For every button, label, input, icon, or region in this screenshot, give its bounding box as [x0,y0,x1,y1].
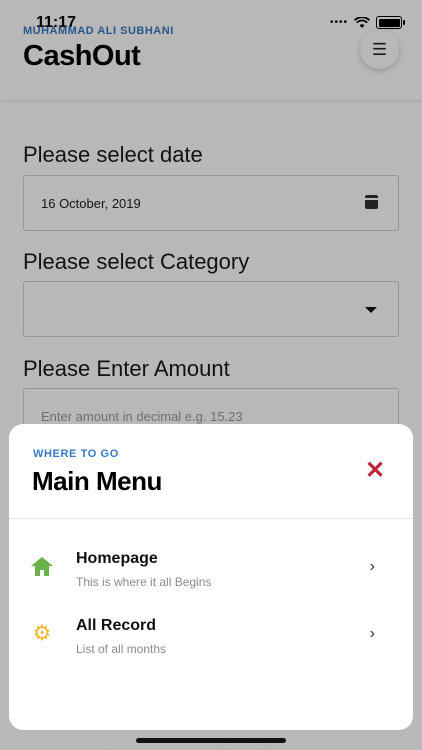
sheet-title: Main Menu [32,466,162,496]
menu-item-title: Homepage [76,550,158,567]
menu-item-subtitle: This is where it all Begins [76,575,212,589]
home-icon [31,556,53,578]
menu-item-all-record[interactable]: ⚙ All Record List of all months › [9,609,413,669]
home-indicator[interactable] [136,738,286,743]
sheet-kicker: WHERE TO GO [33,448,119,460]
menu-item-subtitle: List of all months [76,642,167,656]
chevron-right-icon: › [369,558,375,575]
chevron-right-icon: › [369,625,375,642]
menu-item-title: All Record [76,617,157,634]
menu-item-homepage[interactable]: Homepage This is where it all Begins › [9,542,413,602]
main-menu-sheet: WHERE TO GO Main Menu ✕ Homepage This is… [9,424,413,730]
close-icon[interactable]: ✕ [365,459,385,483]
gear-icon: ⚙ [32,622,52,645]
divider [9,518,413,519]
